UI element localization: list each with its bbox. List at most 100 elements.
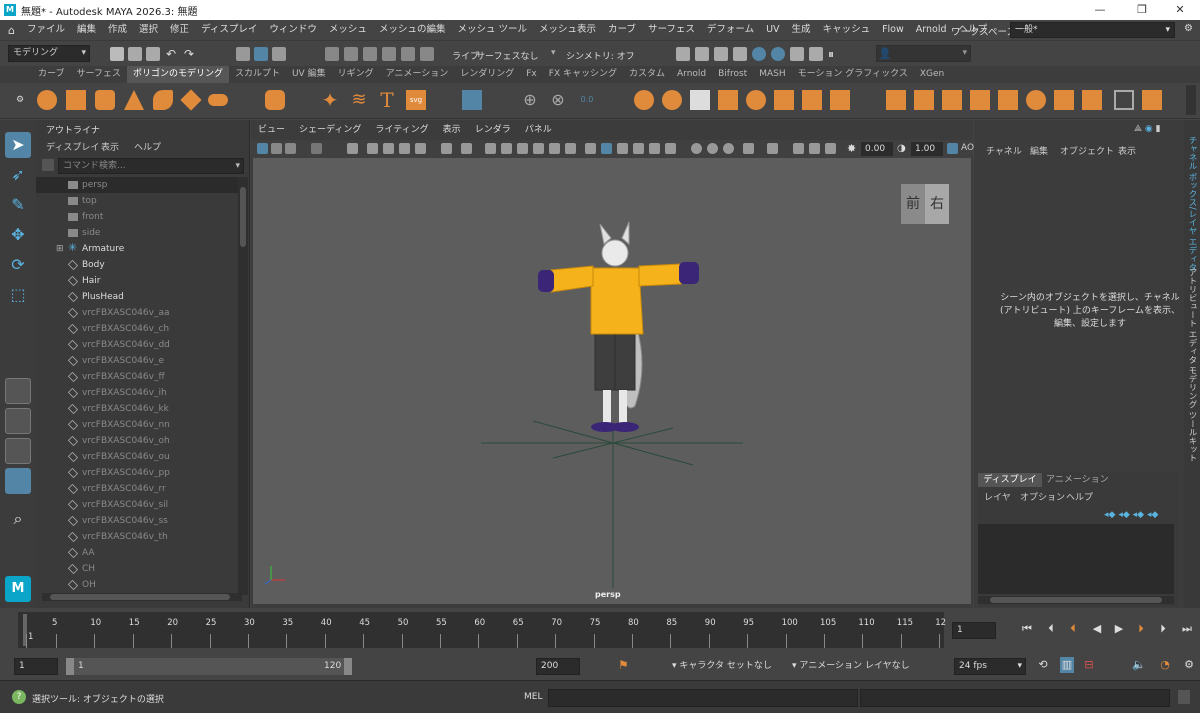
grid-toggle-icon[interactable] [347, 143, 358, 154]
wireframe-on-shaded-icon[interactable] [549, 143, 560, 154]
poly-cone-icon[interactable] [124, 90, 144, 110]
bounding-box-icon[interactable] [533, 143, 544, 154]
screen-space-ao-icon[interactable] [649, 143, 660, 154]
select-component-icon[interactable] [272, 47, 286, 61]
render-current-icon[interactable] [676, 47, 690, 61]
outliner-item[interactable]: vrcFBXASC046v_ff [36, 369, 238, 385]
snap-point-icon[interactable] [363, 47, 377, 61]
menu-item[interactable]: メッシュの編集 [373, 20, 452, 40]
bridge-icon[interactable] [662, 90, 682, 110]
tab-modeling-toolkit[interactable]: モデリング ツールキット [1186, 366, 1198, 462]
search-icon[interactable]: ⌕ [5, 506, 31, 532]
scroll-thumb[interactable] [50, 594, 230, 600]
channel-menu-channels[interactable]: チャネル [986, 144, 1022, 157]
outliner-layout-icon[interactable] [5, 468, 31, 494]
play-backward-icon[interactable]: ◀ [1090, 621, 1104, 637]
step-back-key-icon[interactable]: ⏴ [1066, 621, 1080, 637]
rotate-tool-icon[interactable]: ⟳ [5, 252, 31, 278]
arnold-render-icon[interactable] [752, 47, 766, 61]
range-start-handle[interactable] [66, 658, 74, 675]
step-forward-frame-icon[interactable]: ⏵ [1156, 621, 1170, 637]
shelf-tab[interactable]: アニメーション [380, 66, 455, 83]
layer-menu-help[interactable]: ヘルプ [1066, 490, 1093, 503]
gate-mask-icon[interactable] [399, 143, 410, 154]
new-layer-icon[interactable]: ◂◆ [1133, 510, 1144, 520]
hypershade-icon[interactable] [771, 47, 785, 61]
range-slider[interactable]: 1 120 [66, 658, 352, 675]
playback-speed-icon[interactable]: ◔ [1158, 657, 1172, 673]
attribute-icon[interactable]: ⟁ [1134, 124, 1142, 134]
use-all-lights-icon[interactable] [617, 143, 628, 154]
gamma-field[interactable]: 1.00 [911, 142, 943, 156]
menu-item[interactable]: ファイル [21, 20, 71, 40]
shelf-tab[interactable]: Bifrost [712, 66, 753, 83]
lasso-tool-icon[interactable]: ➶ [5, 162, 31, 188]
poly-torus-icon[interactable] [153, 90, 173, 110]
channel-menu-object[interactable]: オブジェクト [1060, 144, 1114, 157]
workspace-lock-icon[interactable]: ⚙ [1184, 23, 1193, 34]
go-to-end-icon[interactable]: ⏭ [1180, 621, 1194, 637]
light-editor-icon[interactable] [809, 47, 823, 61]
menu-item[interactable]: 選択 [133, 20, 164, 40]
select-camera-icon[interactable] [257, 143, 268, 154]
layer-menu-layers[interactable]: レイヤ [984, 490, 1011, 503]
sound-icon[interactable]: 🔈 [1132, 657, 1146, 673]
layer-tab-animation[interactable]: アニメーション [1046, 473, 1109, 487]
expand-icon[interactable]: ⊞ [56, 241, 64, 257]
layer-scrollbar[interactable] [978, 596, 1174, 604]
viewport-menu-shading[interactable]: シェーディング [292, 119, 368, 141]
move-tool-icon[interactable]: ✥ [5, 222, 31, 248]
range-end-handle[interactable] [344, 658, 352, 675]
menu-item[interactable]: 修正 [164, 20, 195, 40]
cylindrical-map-icon[interactable] [1054, 90, 1074, 110]
search-input[interactable]: コマンド検索... ▾ [58, 158, 244, 174]
wireframe-icon[interactable] [485, 143, 496, 154]
grid-layout-icon[interactable] [462, 90, 482, 110]
character-set-dropdown[interactable]: ▾ キャラクタ セットなし [672, 658, 778, 675]
outliner-item[interactable]: vrcFBXASC046v_ih [36, 385, 238, 401]
save-scene-icon[interactable] [146, 47, 160, 61]
shelf-tab[interactable]: Fx [520, 66, 543, 83]
scroll-thumb[interactable] [990, 597, 1162, 603]
viewport-menu-lighting[interactable]: ライティング [368, 119, 435, 141]
poly-disc-icon[interactable] [208, 94, 228, 106]
minimize-button[interactable]: — [1080, 0, 1120, 20]
bookmarks-icon[interactable] [285, 143, 296, 154]
outliner-item[interactable]: PlusHead [36, 289, 238, 305]
view-cube-right[interactable]: 右 [925, 184, 949, 224]
menu-item[interactable]: ディスプレイ [195, 20, 263, 40]
select-tool-icon[interactable]: ➤ [5, 132, 31, 158]
poly-cube-icon[interactable] [66, 90, 86, 110]
xray-active-icon[interactable] [723, 143, 734, 154]
time-ruler[interactable]: 1 5 10 15 20 25 30 35 40 45 50 55 60 65 70 75 80 85 90 95 10… [18, 612, 946, 648]
tab-channel-box[interactable]: チャネル ボックス/レイヤ エディタ [1186, 136, 1198, 272]
tab-attribute-editor[interactable]: アトリビュート エディタ [1186, 268, 1198, 364]
cache-icon[interactable]: ▥ [1060, 657, 1074, 673]
platonic-solid-icon[interactable] [265, 90, 285, 110]
camera-icon[interactable]: ◉ [1145, 124, 1153, 134]
toggle-icon[interactable]: ▮ [1156, 124, 1161, 134]
automatic-map-icon[interactable] [1082, 90, 1102, 110]
3d-viewport[interactable]: 前 右 persp [253, 158, 971, 604]
shelf-tab[interactable]: モーション グラフィックス [792, 66, 914, 83]
step-back-frame-icon[interactable]: ⏴ [1044, 621, 1058, 637]
ui-toggle-icon[interactable] [825, 143, 836, 154]
resolution-gate-icon[interactable] [383, 143, 394, 154]
new-scene-icon[interactable] [110, 47, 124, 61]
viewport-menu-renderer[interactable]: レンダラ [468, 119, 518, 141]
view-cube-front[interactable]: 前 [901, 184, 925, 224]
outliner-item[interactable]: Hair [36, 273, 238, 289]
outliner-item[interactable]: vrcFBXASC046v_th [36, 529, 238, 545]
outliner-item[interactable]: vrcFBXASC046v_aa [36, 305, 238, 321]
menu-item[interactable]: 編集 [71, 20, 102, 40]
shelf-settings-icon[interactable]: ⚙ [16, 95, 24, 105]
menu-item[interactable]: キャッシュ [817, 20, 877, 40]
layer-tab-display[interactable]: ディスプレイ [978, 473, 1042, 487]
outliner-item[interactable]: vrcFBXASC046v_sil [36, 497, 238, 513]
snap-surface-icon[interactable] [401, 47, 415, 61]
menu-item[interactable]: デフォーム [701, 20, 760, 40]
xray-icon[interactable] [565, 143, 576, 154]
snap-curve-icon[interactable] [344, 47, 358, 61]
outliner-menu-help[interactable]: ヘルプ [134, 140, 161, 153]
shelf-tab[interactable]: ポリゴンのモデリング [126, 66, 229, 83]
